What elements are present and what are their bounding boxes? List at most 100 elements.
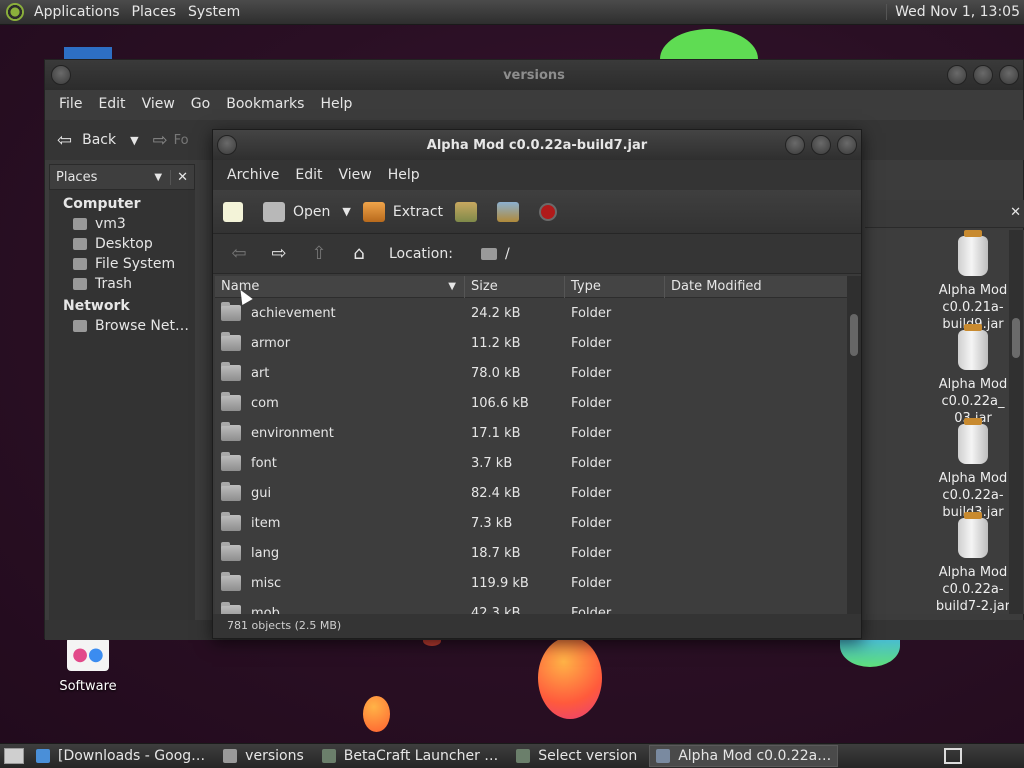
- sidebar-item-file-system[interactable]: File System: [49, 252, 195, 272]
- folder-icon: [221, 602, 241, 614]
- menu-help[interactable]: Help: [312, 96, 360, 112]
- table-row[interactable]: achievement 24.2 kB Folder: [215, 298, 847, 328]
- maximize-button[interactable]: [811, 135, 831, 155]
- menu-file[interactable]: File: [51, 96, 90, 112]
- table-row[interactable]: environment 17.1 kB Folder: [215, 418, 847, 448]
- close-icon[interactable]: ✕: [170, 169, 188, 185]
- minimize-button[interactable]: [947, 65, 967, 85]
- home-icon[interactable]: ⌂: [345, 243, 373, 264]
- open-dropdown-icon[interactable]: ▼: [342, 205, 350, 218]
- menu-go[interactable]: Go: [183, 96, 218, 112]
- menu-edit[interactable]: Edit: [287, 167, 330, 183]
- location-path[interactable]: /: [505, 246, 510, 262]
- table-row[interactable]: com 106.6 kB Folder: [215, 388, 847, 418]
- taskbar-item[interactable]: [Downloads - Goog…: [30, 745, 211, 767]
- taskbar-item[interactable]: Alpha Mod c0.0.22a…: [649, 745, 839, 767]
- places-header[interactable]: Places ▼ ✕: [49, 164, 195, 190]
- scrollbar-thumb[interactable]: [850, 314, 858, 356]
- places-selector[interactable]: Places: [56, 170, 97, 185]
- window-menu-button[interactable]: [51, 65, 71, 85]
- back-button-label[interactable]: Back: [82, 132, 116, 148]
- distro-logo-icon[interactable]: [6, 3, 24, 21]
- taskbar-item[interactable]: BetaCraft Launcher …: [316, 745, 505, 767]
- back-history-dropdown-icon[interactable]: ▼: [130, 134, 138, 147]
- stop-button[interactable]: [539, 202, 565, 221]
- close-pane-icon[interactable]: ✕: [1010, 205, 1021, 220]
- column-header-label: Type: [571, 278, 601, 294]
- network-icon: [73, 320, 87, 332]
- add-files-button[interactable]: [455, 201, 485, 222]
- size-cell: 7.3 kB: [471, 515, 513, 531]
- up-arrow-icon[interactable]: ⇧: [305, 243, 333, 264]
- column-header-date-modified[interactable]: Date Modified: [665, 276, 847, 298]
- taskbar-item[interactable]: versions: [217, 745, 310, 767]
- menu-edit[interactable]: Edit: [90, 96, 133, 112]
- file-item[interactable]: Alpha Mod c0.0.22a-build3.jar: [908, 418, 1024, 521]
- scrollbar-thumb[interactable]: [1012, 318, 1020, 358]
- sidebar-item-trash[interactable]: Trash: [49, 272, 195, 292]
- back-arrow-icon[interactable]: ⇦: [57, 130, 72, 151]
- column-header-type[interactable]: Type: [565, 276, 665, 298]
- menu-view[interactable]: View: [134, 96, 183, 112]
- archive-titlebar[interactable]: Alpha Mod c0.0.22a-build7.jar: [213, 130, 861, 160]
- menu-help[interactable]: Help: [380, 167, 428, 183]
- add-folder-icon: [497, 201, 520, 222]
- desktop-icon-partial: [64, 47, 112, 59]
- name-cell: misc: [215, 572, 465, 591]
- file-list: Name ▼ Size Type Date Modified achieveme…: [215, 276, 847, 614]
- window-menu-button[interactable]: [217, 135, 237, 155]
- forward-button-label[interactable]: Fo: [174, 133, 189, 148]
- vertical-scrollbar[interactable]: [847, 276, 861, 614]
- table-row[interactable]: font 3.7 kB Folder: [215, 448, 847, 478]
- sidebar-group-computer: Computer: [63, 196, 141, 212]
- close-button[interactable]: [999, 65, 1019, 85]
- menu-applications[interactable]: Applications: [28, 4, 126, 20]
- menu-places[interactable]: Places: [126, 4, 183, 20]
- window-title: Alpha Mod c0.0.22a-build7.jar: [426, 137, 648, 153]
- vertical-scrollbar[interactable]: [1009, 230, 1023, 614]
- menu-bookmarks[interactable]: Bookmarks: [218, 96, 312, 112]
- file-item[interactable]: Alpha Mod c0.0.22a_03.jar: [908, 324, 1024, 427]
- name-cell: com: [215, 392, 465, 411]
- forward-arrow-icon[interactable]: ⇨: [265, 243, 293, 264]
- table-row[interactable]: misc 119.9 kB Folder: [215, 568, 847, 598]
- file-item[interactable]: Alpha Mod c0.0.22a-build7-2.jar: [908, 512, 1024, 614]
- name-cell: item: [215, 512, 465, 531]
- maximize-button[interactable]: [973, 65, 993, 85]
- sidebar-item-desktop[interactable]: Desktop: [49, 232, 195, 252]
- menu-system[interactable]: System: [182, 4, 246, 20]
- table-row[interactable]: mob 42.3 kB Folder: [215, 598, 847, 614]
- column-header-name[interactable]: Name ▼: [215, 276, 465, 298]
- table-row[interactable]: gui 82.4 kB Folder: [215, 478, 847, 508]
- menu-view[interactable]: View: [331, 167, 380, 183]
- show-desktop-button[interactable]: [4, 748, 24, 764]
- back-arrow-icon[interactable]: ⇦: [225, 243, 253, 264]
- chevron-down-icon[interactable]: ▼: [154, 172, 162, 183]
- new-archive-button[interactable]: [223, 201, 251, 222]
- table-row[interactable]: art 78.0 kB Folder: [215, 358, 847, 388]
- table-row[interactable]: item 7.3 kB Folder: [215, 508, 847, 538]
- top-panel: Applications Places System Wed Nov 1, 13…: [0, 0, 1024, 25]
- close-button[interactable]: [837, 135, 857, 155]
- minimize-button[interactable]: [785, 135, 805, 155]
- drive-icon: [73, 258, 87, 270]
- sidebar-item-vm3[interactable]: vm3: [49, 212, 195, 232]
- location-bar: ⇦ ⇨ ⇧ ⌂ Location: /: [213, 234, 861, 274]
- extract-button[interactable]: Extract: [362, 201, 443, 222]
- versions-titlebar[interactable]: versions: [45, 60, 1023, 90]
- size-cell: 18.7 kB: [471, 545, 521, 561]
- menu-archive[interactable]: Archive: [219, 167, 287, 183]
- forward-arrow-icon[interactable]: ⇨: [153, 130, 168, 151]
- desktop-icon-software[interactable]: ● ● Software: [48, 637, 128, 694]
- open-button[interactable]: Open: [263, 201, 330, 222]
- table-body: achievement 24.2 kB Folder armor 11.2 kB Fold…: [215, 298, 847, 614]
- table-row[interactable]: lang 18.7 kB Folder: [215, 538, 847, 568]
- column-header-size[interactable]: Size: [465, 276, 565, 298]
- taskbar-item[interactable]: Select version: [510, 745, 643, 767]
- workspace-switcher[interactable]: [944, 748, 962, 764]
- add-folder-button[interactable]: [497, 201, 527, 222]
- file-item[interactable]: Alpha Mod c0.0.21a-build9.jar: [908, 230, 1024, 333]
- sidebar-item-browse-network[interactable]: Browse Net…: [49, 314, 195, 334]
- clock[interactable]: Wed Nov 1, 13:05: [886, 4, 1024, 20]
- table-row[interactable]: armor 11.2 kB Folder: [215, 328, 847, 358]
